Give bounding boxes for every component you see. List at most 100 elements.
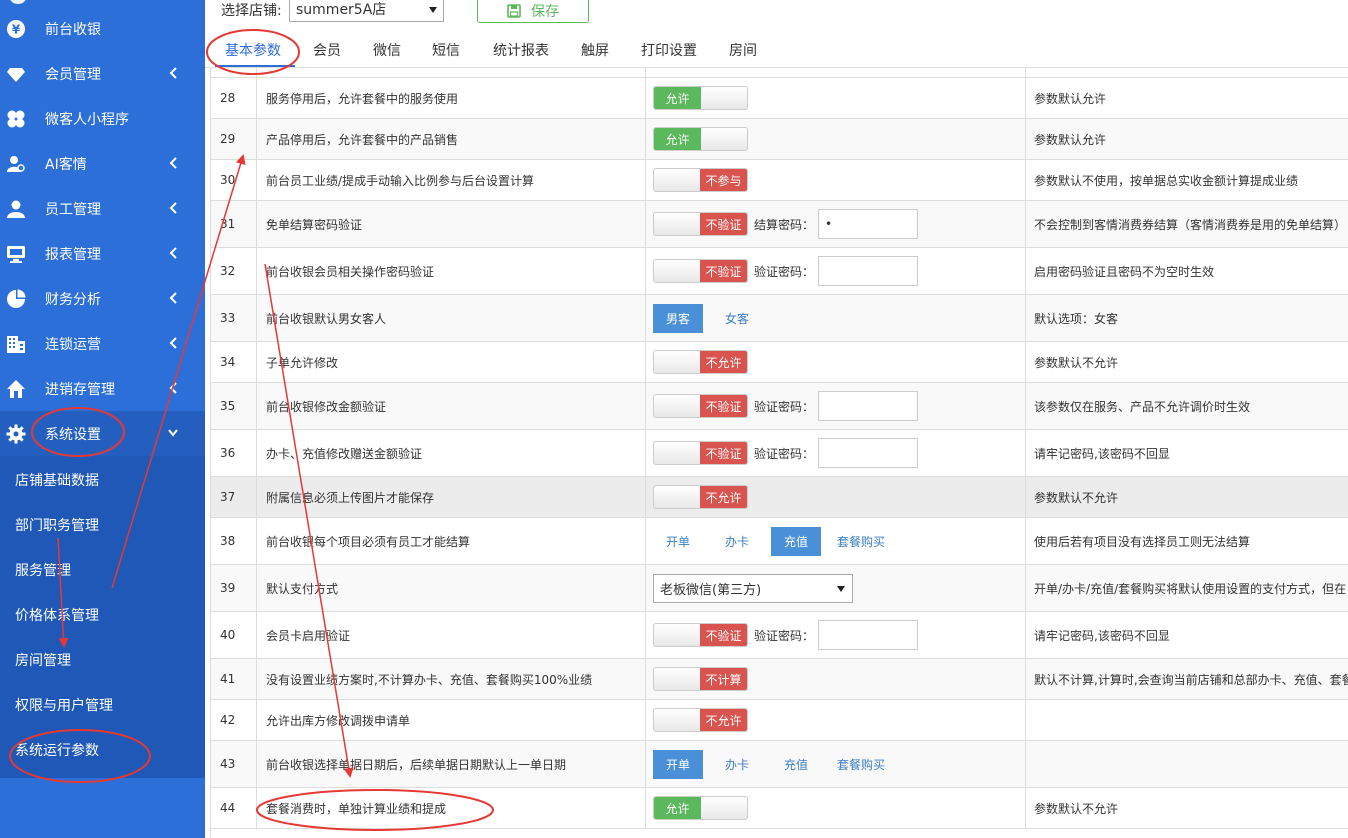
row-description xyxy=(1026,741,1348,787)
toggle-switch[interactable]: 不验证 xyxy=(653,623,748,647)
option-package[interactable]: 套餐购买 xyxy=(830,750,892,779)
chevron-left-icon xyxy=(169,247,177,259)
row-number: 33 xyxy=(211,295,257,341)
tab-member[interactable]: 会员 xyxy=(313,40,341,60)
toggle-off-label: 不允许 xyxy=(700,709,747,731)
tab-room[interactable]: 房间 xyxy=(729,40,757,60)
sidebar-item-label: 前台收银 xyxy=(45,21,101,38)
store-select[interactable]: summer5A店 xyxy=(289,0,444,22)
save-button-label: 保存 xyxy=(531,3,559,20)
monitor-icon xyxy=(6,244,26,264)
row-label: 子单允许修改 xyxy=(257,342,646,382)
option-open-order[interactable]: 开单 xyxy=(653,527,703,556)
sidebar-item-report[interactable]: 报表管理 xyxy=(0,231,205,276)
option-package[interactable]: 套餐购买 xyxy=(830,527,892,556)
option-open-order[interactable]: 开单 xyxy=(653,749,703,779)
sidebar-item-label: 进销存管理 xyxy=(45,381,115,398)
row-control-cell: 允许 xyxy=(646,788,1026,828)
sidebar-item-member[interactable]: 会员管理 xyxy=(0,51,205,96)
toggle-switch[interactable]: 不允许 xyxy=(653,485,748,509)
table-row: 31 免单结算密码验证 不验证 结算密码： • 不会控制到客情消费券结算（客情消… xyxy=(211,201,1348,248)
submenu-department[interactable]: 部门职务管理 xyxy=(15,515,99,535)
row-description: 不会控制到客情消费券结算（客情消费券是用的免单结算） xyxy=(1034,217,1347,232)
option-female[interactable]: 女客 xyxy=(712,304,762,333)
tab-wechat[interactable]: 微信 xyxy=(373,40,401,60)
sidebar-item-label: AI客情 xyxy=(45,156,87,173)
password-label: 验证密码： xyxy=(754,399,815,414)
password-input[interactable] xyxy=(818,256,919,286)
sidebar-item-cashier[interactable]: ¥ 前台收银 xyxy=(0,6,205,51)
toggle-switch[interactable]: 允许 xyxy=(653,127,748,151)
tab-stats[interactable]: 统计报表 xyxy=(493,40,549,60)
sidebar-item-miniprogram[interactable]: 微客人小程序 xyxy=(0,96,205,141)
chevron-left-icon xyxy=(169,157,177,169)
tab-touch[interactable]: 触屏 xyxy=(581,40,609,60)
row-number: 35 xyxy=(211,383,257,429)
password-input[interactable] xyxy=(818,620,919,650)
row-label-cell xyxy=(257,68,646,77)
submenu-store-basic[interactable]: 店铺基础数据 xyxy=(15,470,99,490)
submenu-service[interactable]: 服务管理 xyxy=(15,560,71,580)
password-input[interactable]: • xyxy=(818,209,919,239)
toggle-switch[interactable]: 允许 xyxy=(653,796,748,820)
toggle-switch[interactable]: 允许 xyxy=(653,86,748,110)
table-row: 35 前台收银修改金额验证 不验证 验证密码： 该参数仅在服务、产品不允许调价时… xyxy=(211,383,1348,430)
password-input[interactable] xyxy=(818,438,919,468)
toggle-off-label: 不验证 xyxy=(700,624,747,646)
row-description: 请牢记密码,该密码不回显 xyxy=(1034,446,1170,461)
tab-print[interactable]: 打印设置 xyxy=(641,40,697,60)
row-number: 31 xyxy=(211,201,257,247)
sidebar-item-settings[interactable]: 系统设置 xyxy=(0,411,205,456)
submenu-room[interactable]: 房间管理 xyxy=(15,650,71,670)
dropdown-arrow-icon xyxy=(837,585,845,592)
sidebar: ¥ 前台收银 会员管理 微客人小程序 AI客情 员工管理 报表管理 财务分析 连… xyxy=(0,0,205,838)
sidebar-item-label: 会员管理 xyxy=(45,66,101,83)
row-control-cell: 不验证 结算密码： • xyxy=(646,201,1026,247)
toggle-off-label: 不允许 xyxy=(700,486,747,508)
toggle-switch[interactable]: 不验证 xyxy=(653,212,748,236)
sidebar-item-label: 系统设置 xyxy=(45,426,101,443)
payment-method-select[interactable]: 老板微信(第三方) xyxy=(653,573,853,603)
row-control-cell: 允许 xyxy=(646,119,1026,159)
sidebar-item-inventory[interactable]: 进销存管理 xyxy=(0,366,205,411)
toggle-switch[interactable]: 不计算 xyxy=(653,667,748,691)
row-number: 40 xyxy=(211,612,257,658)
row-control-cell: 不验证 验证密码： xyxy=(646,612,1026,658)
row-description: 参数默认不使用，按单据总实收金额计算提成业绩 xyxy=(1034,173,1299,188)
submenu-system-params[interactable]: 系统运行参数 xyxy=(15,740,99,760)
toggle-switch[interactable]: 不验证 xyxy=(653,259,748,283)
submenu-pricing[interactable]: 价格体系管理 xyxy=(15,605,99,625)
pie-chart-icon xyxy=(6,289,26,309)
toggle-switch[interactable]: 不允许 xyxy=(653,708,748,732)
sidebar-item-staff[interactable]: 员工管理 xyxy=(0,186,205,231)
row-label: 前台收银选择单据日期后，后续单据日期默认上一单日期 xyxy=(257,741,646,787)
table-row: 43 前台收银选择单据日期后，后续单据日期默认上一单日期 开单 办卡 充值 套餐… xyxy=(211,741,1348,788)
save-button[interactable]: 保存 xyxy=(477,0,589,23)
sidebar-item-ai[interactable]: AI客情 xyxy=(0,141,205,186)
password-input[interactable] xyxy=(818,391,919,421)
option-recharge[interactable]: 充值 xyxy=(771,526,821,556)
toggle-switch[interactable]: 不验证 xyxy=(653,394,748,418)
toggle-switch[interactable]: 不允许 xyxy=(653,350,748,374)
option-card[interactable]: 办卡 xyxy=(712,527,762,556)
tab-basic[interactable]: 基本参数 xyxy=(225,40,281,60)
toggle-switch[interactable]: 不参与 xyxy=(653,168,748,192)
sidebar-item-chain[interactable]: 连锁运营 xyxy=(0,321,205,366)
row-control-cell: 不验证 验证密码： xyxy=(646,430,1026,476)
sidebar-item-finance[interactable]: 财务分析 xyxy=(0,276,205,321)
tab-sms[interactable]: 短信 xyxy=(432,40,460,60)
gear-icon xyxy=(6,424,26,444)
chevron-left-icon xyxy=(169,382,177,394)
settings-submenu: 店铺基础数据 部门职务管理 服务管理 价格体系管理 房间管理 权限与用户管理 系… xyxy=(0,456,205,778)
row-label: 前台收银默认男女客人 xyxy=(257,295,646,341)
table-row: 40 会员卡启用验证 不验证 验证密码： 请牢记密码,该密码不回显 xyxy=(211,612,1348,659)
password-label: 验证密码： xyxy=(754,628,815,643)
row-number: 38 xyxy=(211,518,257,564)
table-row-partial xyxy=(211,68,1348,78)
toggle-switch[interactable]: 不验证 xyxy=(653,441,748,465)
row-description: 默认不计算,计算时,会查询当前店铺和总部办卡、充值、套餐 xyxy=(1034,672,1348,687)
option-card[interactable]: 办卡 xyxy=(712,750,762,779)
option-recharge[interactable]: 充值 xyxy=(771,750,821,779)
option-male[interactable]: 男客 xyxy=(653,303,703,333)
submenu-permission[interactable]: 权限与用户管理 xyxy=(15,695,113,715)
